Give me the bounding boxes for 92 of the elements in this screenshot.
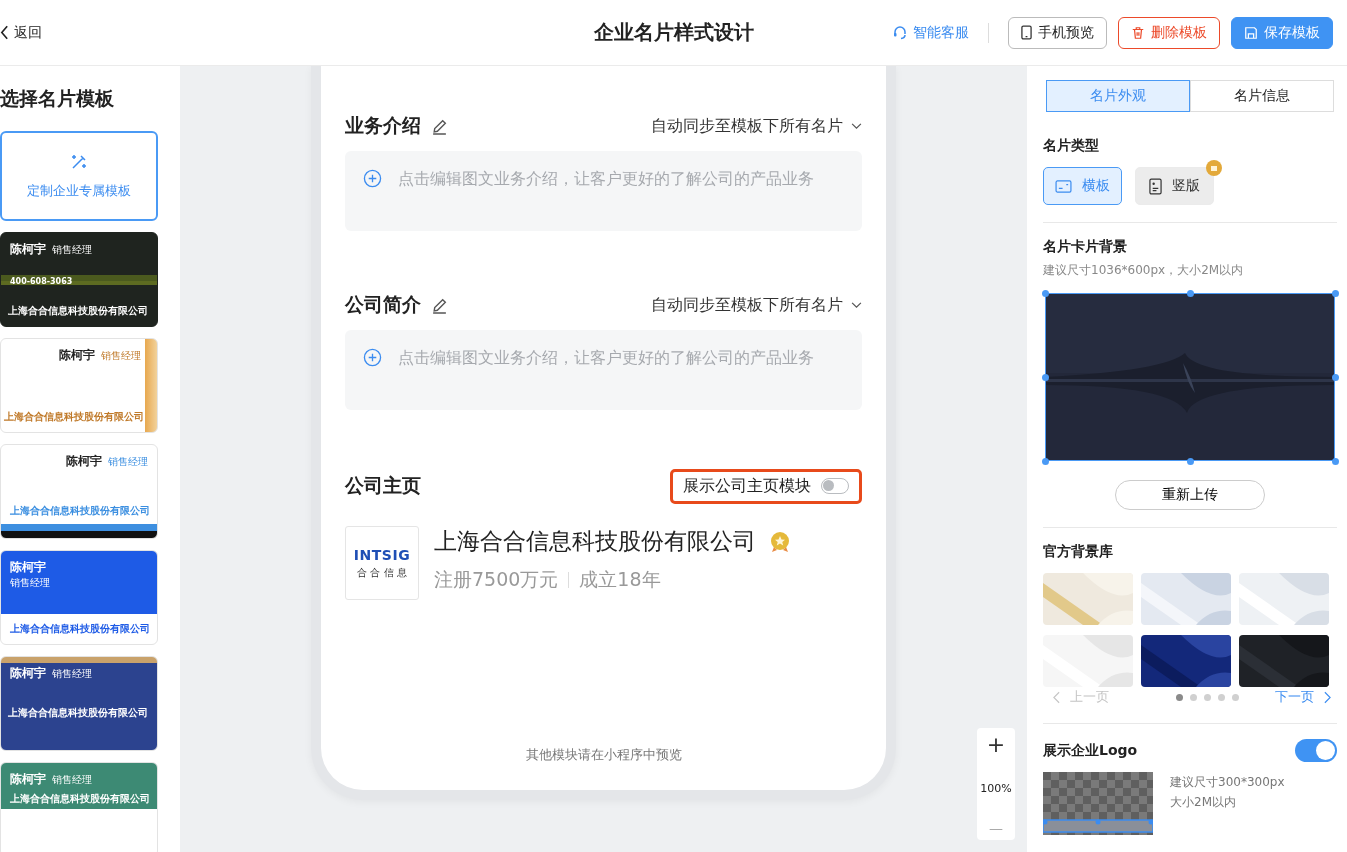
back-link[interactable]: 返回 — [0, 23, 42, 42]
template-card[interactable]: 陈柯宇 销售经理 上海合合信息科技股份有限公司 — [0, 444, 158, 539]
card-role: 销售经理 — [52, 243, 92, 257]
sidebar-title: 选择名片模板 — [0, 86, 115, 111]
card-role: 销售经理 — [101, 349, 141, 363]
page-dot[interactable] — [1217, 693, 1225, 701]
card-name: 陈柯宇 — [10, 241, 46, 258]
sync-dropdown[interactable]: 自动同步至模板下所有名片 — [651, 294, 843, 316]
footer-note: 其他模块请在小程序中预览 — [524, 746, 683, 764]
card-name: 陈柯宇 — [59, 347, 95, 364]
template-card[interactable]: 陈柯宇 销售经理 上海合合信息科技股份有限公司 — [0, 762, 158, 852]
logo-hint: 建议尺寸300*300px — [1170, 774, 1285, 791]
card-role: 销售经理 — [52, 773, 92, 787]
template-card[interactable]: 陈柯宇 销售经理 上海合合信息科技股份有限公司 — [0, 338, 158, 433]
section-title: 名片类型 — [1043, 137, 1100, 155]
card-role: 销售经理 — [10, 576, 50, 590]
chevron-right-icon — [1324, 690, 1331, 704]
custom-template-button[interactable]: 定制企业专属模板 — [0, 131, 158, 221]
reupload-button[interactable]: 重新上传 — [1115, 480, 1265, 510]
toggle-switch[interactable] — [1295, 739, 1337, 762]
next-page-link[interactable]: 下一页 — [1275, 688, 1331, 706]
section-title: 官方背景库 — [1043, 543, 1114, 561]
card-company: 上海合合信息科技股份有限公司 — [8, 706, 148, 720]
section-title: 名片卡片背景 — [1043, 238, 1128, 256]
tab[interactable]: 名片信息 — [1190, 80, 1334, 112]
card-name: 陈柯宇 — [10, 559, 46, 576]
founded-years: 成立18年 — [579, 567, 661, 592]
sync-dropdown[interactable]: 自动同步至模板下所有名片 — [651, 115, 843, 137]
card-name: 陈柯宇 — [10, 665, 46, 682]
portrait-card-icon — [1149, 177, 1162, 195]
trash-icon — [1131, 25, 1145, 40]
headset-icon — [892, 24, 908, 41]
zoom-level: 100% — [980, 782, 1012, 795]
resize-handle[interactable] — [1186, 289, 1194, 297]
registered-capital: 注册7500万元 — [434, 567, 559, 592]
logo-hint: 大小2M以内 — [1170, 794, 1237, 811]
tab[interactable]: 名片外观 — [1046, 80, 1190, 112]
placeholder-text: 点击编辑图文业务介绍，让客户更好的了解公司的产品业务 — [398, 169, 814, 190]
card-role: 销售经理 — [108, 455, 148, 469]
card-type-option[interactable]: 竖版 — [1135, 167, 1214, 205]
zoom-in-button[interactable]: + — [980, 732, 1012, 757]
chevron-down-icon — [851, 301, 862, 309]
size-hint: 建议尺寸1036*600px，大小2M以内 — [1043, 262, 1245, 279]
page-dot[interactable] — [1231, 693, 1239, 701]
template-card[interactable]: 陈柯宇 销售经理 上海合合信息科技股份有限公司 — [0, 656, 158, 751]
pencil-icon[interactable] — [431, 296, 448, 314]
card-type-option[interactable]: 横板 — [1043, 167, 1122, 205]
add-circle-icon — [363, 169, 382, 188]
section-title: 公司主页 — [345, 473, 421, 498]
card-name: 陈柯宇 — [66, 453, 102, 470]
medal-icon — [768, 529, 792, 554]
card-company: 上海合合信息科技股份有限公司 — [10, 792, 148, 806]
toggle-switch[interactable] — [821, 478, 849, 494]
service-link[interactable]: 智能客服 — [892, 23, 969, 42]
section-title: 业务介绍 — [345, 113, 421, 138]
company-name: 上海合合信息科技股份有限公司 — [434, 527, 756, 556]
phone-icon — [1021, 25, 1032, 40]
chevron-down-icon — [851, 122, 862, 130]
card-company: 上海合合信息科技股份有限公司 — [8, 305, 148, 318]
card-company: 上海合合信息科技股份有限公司 — [3, 410, 144, 424]
resize-handle[interactable] — [1331, 457, 1339, 465]
add-circle-icon — [363, 348, 382, 367]
template-card[interactable]: 陈柯宇 销售经理 400-608-3063 上海合合信息科技股份有限公司 — [0, 232, 158, 327]
resize-handle[interactable] — [1186, 457, 1194, 465]
company-logo: INTSIG 合 合 信 息 — [345, 526, 419, 600]
pencil-icon[interactable] — [431, 117, 448, 135]
template-card[interactable]: 陈柯宇 销售经理 上海合合信息科技股份有限公司 — [0, 550, 158, 645]
resize-handle[interactable] — [1331, 373, 1339, 381]
card-phone: 400-608-3063 — [10, 277, 74, 286]
card-name: 陈柯宇 — [10, 771, 46, 788]
save-button[interactable]: 保存模板 — [1231, 16, 1333, 49]
page-title: 企业名片样式设计 — [593, 19, 754, 46]
card-role: 销售经理 — [52, 667, 92, 681]
page-dot[interactable] — [1203, 693, 1211, 701]
resize-handle[interactable] — [1041, 373, 1049, 381]
save-icon — [1244, 25, 1258, 40]
delete-button[interactable]: 删除模板 — [1118, 16, 1220, 49]
card-company: 上海合合信息科技股份有限公司 — [10, 622, 148, 636]
resize-handle[interactable] — [1331, 289, 1339, 297]
chevron-left-icon — [0, 25, 9, 40]
resize-handle[interactable] — [1041, 289, 1049, 297]
preview-button[interactable]: 手机预览 — [1008, 16, 1107, 49]
section-title: 公司简介 — [345, 292, 421, 317]
section-title: 展示企业Logo — [1043, 741, 1138, 760]
page-dot[interactable] — [1175, 693, 1183, 701]
resize-handle[interactable] — [1041, 457, 1049, 465]
card-company: 上海合合信息科技股份有限公司 — [10, 504, 150, 518]
toggle-label: 展示公司主页模块 — [683, 475, 811, 497]
page-dot[interactable] — [1189, 693, 1197, 701]
placeholder-text: 点击编辑图文业务介绍，让客户更好的了解公司的产品业务 — [398, 348, 814, 369]
chevron-left-icon — [1053, 690, 1060, 704]
landscape-card-icon — [1055, 179, 1072, 193]
